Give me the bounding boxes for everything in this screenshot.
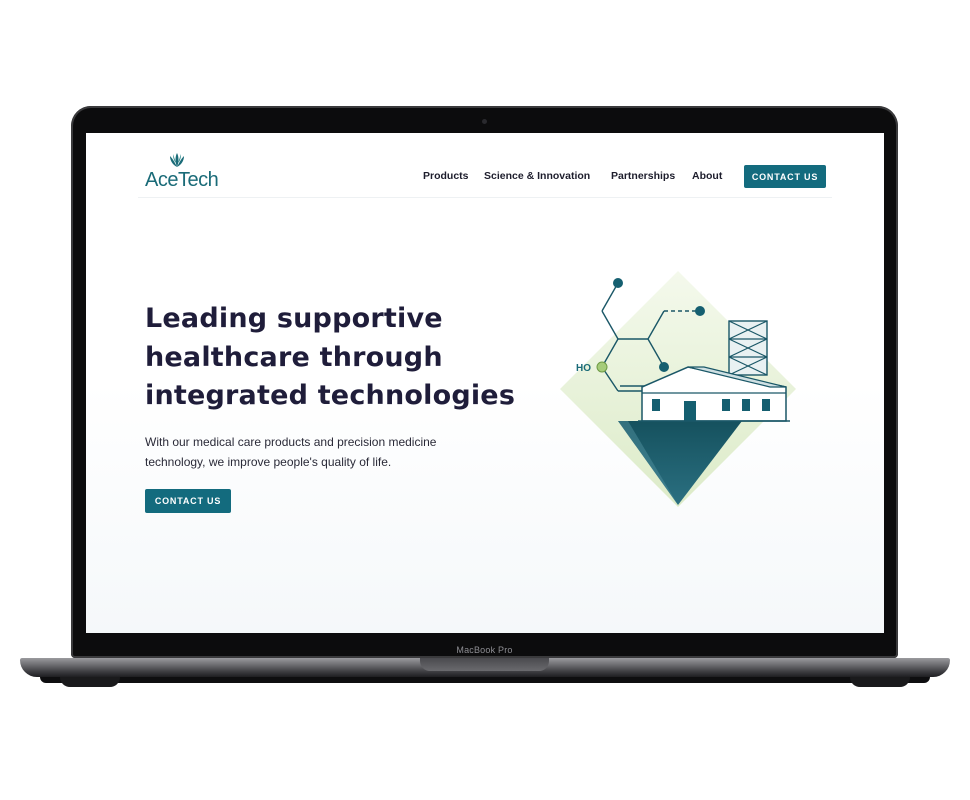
camera-icon [482,119,487,124]
site-logo[interactable]: AceTech [145,151,219,191]
ho-label: HO [576,363,591,374]
molecule-factory-illustration: HO [560,271,796,507]
browser-screen: AceTech Products Science & Innovation Pa… [86,133,884,633]
hero-title-line: integrated technologies [145,380,516,411]
flower-logo-icon [170,153,184,167]
hero-title-line: healthcare through [145,341,443,373]
header-divider [138,197,832,198]
hero-title: Leading supportive healthcare through in… [145,300,525,416]
nav-about[interactable]: About [692,170,722,182]
hero-subtitle-line: technology, we improve people's quality … [145,455,392,469]
hero-subtitle-line: With our medical care products and preci… [145,435,437,449]
laptop-base-shadow [40,677,930,683]
nav-science-innovation[interactable]: Science & Innovation [484,170,590,182]
hero-contact-button[interactable]: CONTACT US [145,489,231,513]
header-contact-button[interactable]: CONTACT US [744,165,826,188]
nav-products[interactable]: Products [423,170,469,182]
laptop-foot-right [850,677,910,687]
hero-title-line: Leading supportive [145,303,443,334]
laptop-foot-left [60,677,120,687]
device-label: MacBook Pro [456,645,513,655]
hero-subtitle: With our medical care products and preci… [145,432,475,472]
nav-partnerships[interactable]: Partnerships [611,170,675,182]
laptop-notch [420,658,549,671]
logo-text: AceTech [145,169,219,191]
